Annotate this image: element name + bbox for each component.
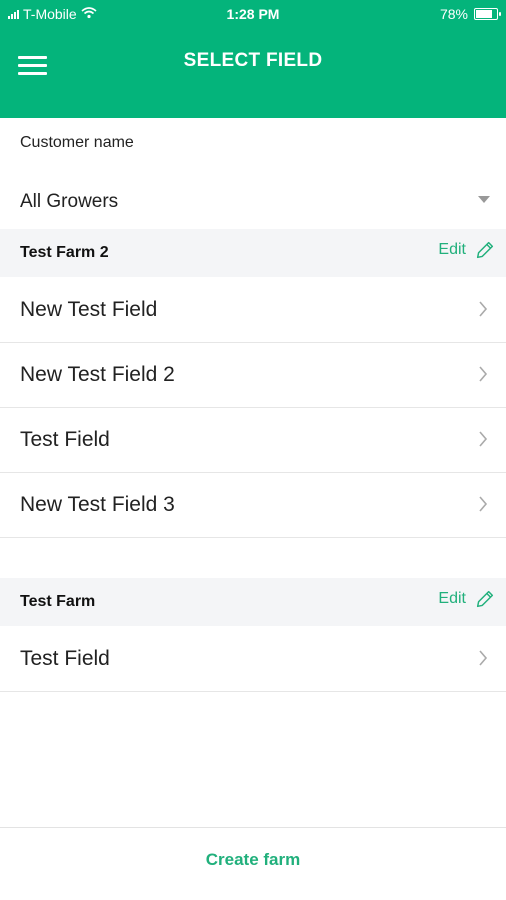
chevron-right-icon <box>478 301 488 317</box>
grower-select-value: All Growers <box>20 191 119 212</box>
field-name: Test Field <box>20 428 110 451</box>
pencil-icon <box>474 239 496 261</box>
customer-name-label: Customer name <box>20 134 134 151</box>
farm-header: Test Farm Edit <box>0 578 506 626</box>
status-time: 1:28 PM <box>226 6 280 22</box>
edit-farm-button[interactable]: Edit <box>438 239 496 261</box>
farm-name: Test Farm <box>20 593 96 610</box>
status-bar: T-Mobile 1:28 PM 78% <box>0 0 506 28</box>
field-row[interactable]: Test Field <box>0 408 506 473</box>
page-title: SELECT FIELD <box>183 50 323 71</box>
field-name: Test Field <box>20 647 110 670</box>
farm-name: Test Farm 2 <box>20 244 109 261</box>
field-name: New Test Field 2 <box>20 363 175 386</box>
field-row[interactable]: New Test Field 2 <box>0 343 506 408</box>
app-header: T-Mobile 1:28 PM 78% SELECT FIELD <box>0 0 506 118</box>
farm-header: Test Farm 2 Edit <box>0 229 506 277</box>
edit-farm-button[interactable]: Edit <box>438 588 496 610</box>
caret-down-icon <box>478 196 490 203</box>
field-name: New Test Field 3 <box>20 493 175 516</box>
battery-percent: 78% <box>439 6 468 22</box>
chevron-right-icon <box>478 431 488 447</box>
edit-label: Edit <box>438 590 466 607</box>
footer-divider <box>0 827 506 828</box>
create-farm-button[interactable]: Create farm <box>0 850 506 870</box>
pencil-icon <box>474 588 496 610</box>
battery-level <box>476 10 492 18</box>
chevron-right-icon <box>478 366 488 382</box>
field-row[interactable]: Test Field <box>0 627 506 692</box>
field-row[interactable]: New Test Field <box>0 278 506 343</box>
chevron-right-icon <box>478 496 488 512</box>
edit-label: Edit <box>438 241 466 258</box>
field-row[interactable]: New Test Field 3 <box>0 473 506 538</box>
battery-icon <box>474 8 501 20</box>
field-name: New Test Field <box>20 298 158 321</box>
chevron-right-icon <box>478 650 488 666</box>
grower-select-dropdown[interactable]: All Growers <box>0 176 506 228</box>
